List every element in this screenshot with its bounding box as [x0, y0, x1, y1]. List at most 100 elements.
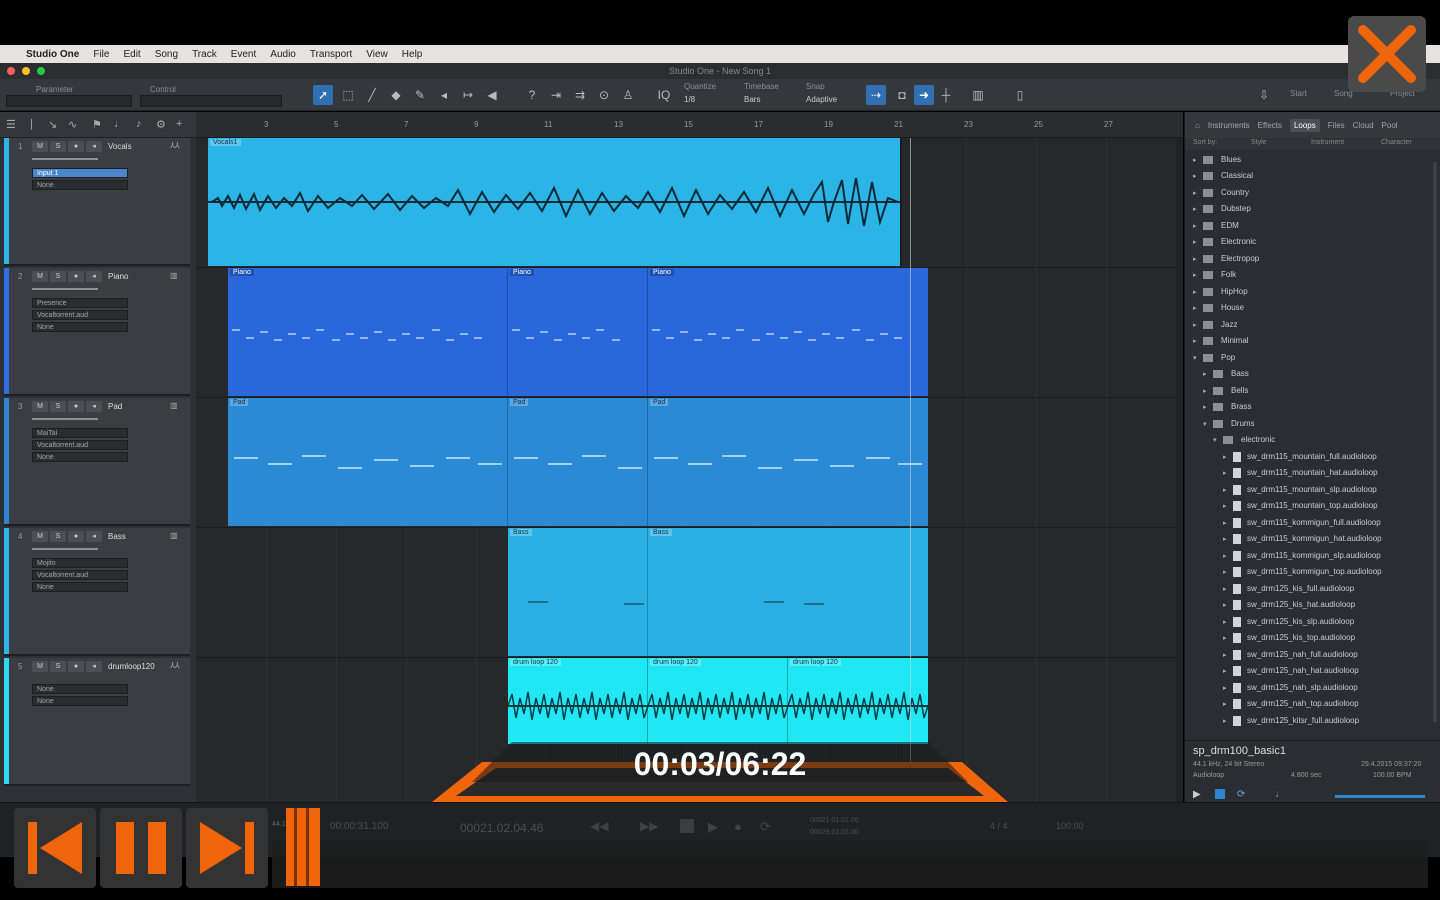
- snap-toggle-icon[interactable]: ⇢: [866, 85, 886, 105]
- arrange-view[interactable]: Vocals1 Piano Piano Piano Pad Pad Pad Ba…: [196, 138, 1183, 802]
- signature-icon[interactable]: ♪: [136, 118, 142, 130]
- loop-follow-icon[interactable]: ⊙: [594, 85, 614, 105]
- tab-instruments[interactable]: Instruments: [1208, 121, 1250, 130]
- range-tool-icon[interactable]: ⬚: [338, 85, 358, 105]
- input-slot[interactable]: Vocaltorrent.aud: [32, 570, 128, 580]
- loop-file[interactable]: ▸ sw_drm125_kis_top.audioloop: [1223, 630, 1355, 646]
- tab-effects[interactable]: Effects: [1258, 121, 1282, 130]
- loop-file[interactable]: ▸ sw_drm125_kis_full.audioloop: [1223, 581, 1354, 597]
- loop-file[interactable]: ▸ sw_drm125_nah_hat.audioloop: [1223, 663, 1359, 679]
- folder-item[interactable]: ▸ EDM: [1193, 218, 1239, 234]
- transport-record-icon[interactable]: ●: [734, 819, 742, 834]
- quantize-value[interactable]: 1/8: [684, 95, 695, 104]
- folder-item[interactable]: ▸ Bells: [1203, 383, 1248, 399]
- menu-track[interactable]: Track: [192, 49, 217, 60]
- output-slot[interactable]: None: [32, 452, 128, 462]
- zoom-window-icon[interactable]: [37, 67, 45, 75]
- folder-item[interactable]: ▸ Jazz: [1193, 317, 1237, 333]
- sort-style[interactable]: Style: [1251, 139, 1267, 146]
- pause-button[interactable]: [100, 808, 182, 888]
- record-arm-button[interactable]: ●: [68, 661, 84, 672]
- folder-item[interactable]: ▸ House: [1193, 300, 1244, 316]
- mute-button[interactable]: M: [32, 401, 48, 412]
- folder-item-expanded[interactable]: ▾ electronic: [1213, 432, 1275, 448]
- cursor-follow-icon[interactable]: ➜: [914, 85, 934, 105]
- menu-view[interactable]: View: [366, 49, 388, 60]
- menu-transport[interactable]: Transport: [310, 49, 352, 60]
- sort-character[interactable]: Character: [1381, 139, 1412, 146]
- track-tool-icon[interactable]: |: [30, 118, 33, 130]
- track-name[interactable]: Bass: [108, 532, 126, 541]
- folder-item[interactable]: ▸ Dubstep: [1193, 201, 1251, 217]
- player-progress-handle[interactable]: [286, 808, 320, 886]
- clip-piano[interactable]: Piano: [648, 268, 928, 396]
- snap-value[interactable]: Adaptive: [806, 95, 837, 104]
- preview-stop-icon[interactable]: [1215, 789, 1225, 799]
- record-arm-button[interactable]: ●: [68, 531, 84, 542]
- instrument-slot[interactable]: MaiTai: [32, 428, 128, 438]
- eraser-tool-icon[interactable]: ◆: [386, 85, 406, 105]
- track-name[interactable]: Pad: [108, 402, 122, 411]
- volume-slider[interactable]: [32, 158, 98, 160]
- help-icon[interactable]: ?: [522, 85, 542, 105]
- preview-play-icon[interactable]: ▶: [1193, 789, 1201, 800]
- input-slot[interactable]: Vocaltorrent.aud: [32, 310, 128, 320]
- solo-button[interactable]: S: [50, 401, 66, 412]
- input-slot[interactable]: Vocaltorrent.aud: [32, 440, 128, 450]
- clip-bass[interactable]: Bass: [648, 528, 928, 656]
- clip-piano[interactable]: Piano: [508, 268, 648, 396]
- mute-button[interactable]: M: [32, 531, 48, 542]
- clip-vocals[interactable]: Vocals1: [208, 138, 900, 266]
- playhead[interactable]: [910, 138, 911, 802]
- folder-item[interactable]: ▸ Blues: [1193, 152, 1241, 168]
- loop-file[interactable]: ▸ sw_drm125_kis_hat.audioloop: [1223, 597, 1355, 613]
- folder-item[interactable]: ▸ Country: [1193, 185, 1249, 201]
- previous-button[interactable]: [14, 808, 96, 888]
- clip-pad[interactable]: Pad: [648, 398, 928, 526]
- split-view-icon[interactable]: ┼: [936, 85, 956, 105]
- loop-file[interactable]: ▸ sw_drm125_kitsr_full.audioloop: [1223, 713, 1359, 729]
- loop-file[interactable]: ▸ sw_drm125_nah_slp.audioloop: [1223, 680, 1358, 696]
- control-field[interactable]: [140, 95, 282, 107]
- record-arm-button[interactable]: ●: [68, 271, 84, 282]
- folder-item[interactable]: ▸ Electronic: [1193, 234, 1256, 250]
- volume-slider[interactable]: [32, 548, 98, 550]
- bend-tool-icon[interactable]: ↦: [458, 85, 478, 105]
- loop-file[interactable]: ▸ sw_drm115_kommigun_top.audioloop: [1223, 564, 1382, 580]
- preview-tempo-icon[interactable]: ♩: [1275, 789, 1285, 800]
- loop-file[interactable]: ▸ sw_drm115_kommigun_hat.audioloop: [1223, 531, 1382, 547]
- browser-home-icon[interactable]: ⌂: [1195, 121, 1200, 130]
- output-slot[interactable]: None: [32, 696, 128, 706]
- follow-icon[interactable]: ⇉: [570, 85, 590, 105]
- mix-panel-icon[interactable]: ▯: [1010, 85, 1030, 105]
- loop-file[interactable]: ▸ sw_drm125_kis_slp.audioloop: [1223, 614, 1354, 630]
- folder-item[interactable]: ▸ Classical: [1193, 168, 1253, 184]
- tempo-icon[interactable]: ♩: [114, 118, 125, 130]
- clip-piano[interactable]: Piano: [228, 268, 508, 396]
- menu-help[interactable]: Help: [402, 49, 423, 60]
- arrange-vertical-scrollbar[interactable]: [1176, 138, 1183, 802]
- track-pad[interactable]: 3 M S ● ◂ Pad ▥ MaiTai Vocaltorrent.aud Non…: [4, 398, 190, 526]
- add-track-icon[interactable]: +: [176, 118, 182, 130]
- next-button[interactable]: [186, 808, 268, 888]
- loop-file[interactable]: ▸ sw_drm115_kommigun_full.audioloop: [1223, 515, 1381, 531]
- tab-files[interactable]: Files: [1328, 121, 1345, 130]
- instrument-slot[interactable]: Mojito: [32, 558, 128, 568]
- folder-item[interactable]: ▸ Minimal: [1193, 333, 1249, 349]
- folder-item[interactable]: ▸ HipHop: [1193, 284, 1248, 300]
- clip-drumloop[interactable]: drum loop 120: [648, 658, 788, 744]
- folder-item-expanded[interactable]: ▾ Pop: [1193, 350, 1235, 366]
- metronome-icon[interactable]: ♙: [618, 85, 638, 105]
- volume-slider[interactable]: [32, 418, 98, 420]
- monitor-button[interactable]: ◂: [86, 401, 102, 412]
- listen-tool-icon[interactable]: ◀: [482, 85, 502, 105]
- arrow-tool-icon[interactable]: ➚: [313, 85, 333, 105]
- player-progress-track[interactable]: [272, 840, 1428, 888]
- flag-icon[interactable]: ⚑: [92, 118, 102, 131]
- parameter-field[interactable]: [6, 95, 132, 107]
- transport-stop-icon[interactable]: [680, 819, 694, 833]
- loop-file[interactable]: ▸ sw_drm125_nah_top.audioloop: [1223, 696, 1359, 712]
- preview-loop-icon[interactable]: ⟳: [1237, 789, 1245, 800]
- split-tool-icon[interactable]: ╱: [362, 85, 382, 105]
- transport-play-icon[interactable]: ▶: [708, 819, 718, 835]
